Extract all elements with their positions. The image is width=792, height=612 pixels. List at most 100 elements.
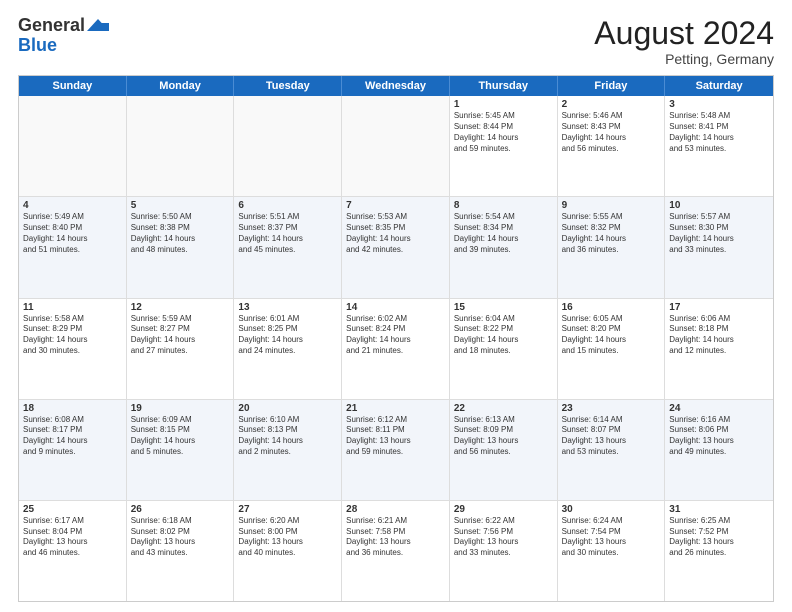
- cell-info-line: Sunrise: 6:17 AM: [23, 516, 122, 527]
- day-number: 14: [346, 302, 445, 313]
- cell-info-line: and 53 minutes.: [562, 447, 661, 458]
- day-number: 22: [454, 403, 553, 414]
- day-number: 16: [562, 302, 661, 313]
- day-number: 13: [238, 302, 337, 313]
- title-block: August 2024 Petting, Germany: [594, 16, 774, 67]
- day-number: 7: [346, 200, 445, 211]
- cell-info-line: and 59 minutes.: [454, 144, 553, 155]
- cell-info-line: Daylight: 14 hours: [562, 335, 661, 346]
- cell-info-line: Sunset: 8:27 PM: [131, 324, 230, 335]
- cell-info-line: and 30 minutes.: [23, 346, 122, 357]
- cell-info-line: and 48 minutes.: [131, 245, 230, 256]
- cell-info-line: and 33 minutes.: [669, 245, 769, 256]
- day-number: 10: [669, 200, 769, 211]
- day-number: 6: [238, 200, 337, 211]
- cell-info-line: and 12 minutes.: [669, 346, 769, 357]
- cell-info-line: Sunset: 8:41 PM: [669, 122, 769, 133]
- day-number: 23: [562, 403, 661, 414]
- cell-info-line: Daylight: 14 hours: [131, 234, 230, 245]
- cell-info-line: Sunrise: 5:50 AM: [131, 212, 230, 223]
- header-day-tuesday: Tuesday: [234, 76, 342, 96]
- day-number: 20: [238, 403, 337, 414]
- cell-info-line: Sunset: 8:17 PM: [23, 425, 122, 436]
- day-number: 28: [346, 504, 445, 515]
- cell-info-line: Sunrise: 6:04 AM: [454, 314, 553, 325]
- cell-info-line: and 9 minutes.: [23, 447, 122, 458]
- cell-info-line: Daylight: 14 hours: [454, 335, 553, 346]
- day-number: 4: [23, 200, 122, 211]
- cell-info-line: and 36 minutes.: [562, 245, 661, 256]
- cell-info-line: Sunset: 8:15 PM: [131, 425, 230, 436]
- cell-info-line: and 27 minutes.: [131, 346, 230, 357]
- calendar-row-4: 25Sunrise: 6:17 AMSunset: 8:04 PM Dayligh…: [19, 501, 773, 601]
- day-number: 3: [669, 99, 769, 110]
- cell-info-line: Sunrise: 6:09 AM: [131, 415, 230, 426]
- location: Petting, Germany: [594, 51, 774, 67]
- cell-info-line: Sunrise: 6:20 AM: [238, 516, 337, 527]
- cell-info-line: Sunset: 8:04 PM: [23, 527, 122, 538]
- day-cell-8: 8Sunrise: 5:54 AMSunset: 8:34 PMDaylight…: [450, 197, 558, 297]
- cell-info-line: Daylight: 14 hours: [562, 133, 661, 144]
- cell-info-line: Sunrise: 6:10 AM: [238, 415, 337, 426]
- cell-info-line: Sunset: 8:20 PM: [562, 324, 661, 335]
- day-cell-23: 23Sunrise: 6:14 AMSunset: 8:07 PMDayligh…: [558, 400, 666, 500]
- logo-icon: [87, 17, 109, 33]
- cell-info-line: Sunrise: 5:53 AM: [346, 212, 445, 223]
- day-cell-27: 27Sunrise: 6:20 AMSunset: 8:00 PMDayligh…: [234, 501, 342, 601]
- cell-info-line: Sunset: 7:52 PM: [669, 527, 769, 538]
- day-cell-3: 3Sunrise: 5:48 AMSunset: 8:41 PMDaylight…: [665, 96, 773, 196]
- month-year: August 2024: [594, 16, 774, 51]
- cell-info-line: Daylight: 14 hours: [669, 133, 769, 144]
- day-cell-12: 12Sunrise: 5:59 AMSunset: 8:27 PMDayligh…: [127, 299, 235, 399]
- cell-info-line: Sunset: 8:32 PM: [562, 223, 661, 234]
- cell-info-line: Daylight: 14 hours: [238, 436, 337, 447]
- cell-info-line: Sunset: 8:13 PM: [238, 425, 337, 436]
- header-day-monday: Monday: [127, 76, 235, 96]
- cell-info-line: Daylight: 13 hours: [346, 537, 445, 548]
- day-cell-26: 26Sunrise: 6:18 AMSunset: 8:02 PMDayligh…: [127, 501, 235, 601]
- cell-info-line: Sunset: 8:09 PM: [454, 425, 553, 436]
- cell-info-line: Sunrise: 5:51 AM: [238, 212, 337, 223]
- cell-info-line: and 59 minutes.: [346, 447, 445, 458]
- day-number: 12: [131, 302, 230, 313]
- cell-info-line: Sunrise: 6:18 AM: [131, 516, 230, 527]
- cell-info-line: Daylight: 13 hours: [562, 436, 661, 447]
- header: General Blue August 2024 Petting, German…: [18, 16, 774, 67]
- cell-info-line: Sunrise: 5:59 AM: [131, 314, 230, 325]
- day-number: 29: [454, 504, 553, 515]
- cell-info-line: Sunrise: 6:06 AM: [669, 314, 769, 325]
- cell-info-line: Daylight: 14 hours: [238, 335, 337, 346]
- cell-info-line: Daylight: 14 hours: [454, 133, 553, 144]
- day-cell-10: 10Sunrise: 5:57 AMSunset: 8:30 PMDayligh…: [665, 197, 773, 297]
- cell-info-line: Daylight: 13 hours: [562, 537, 661, 548]
- cell-info-line: Sunset: 8:06 PM: [669, 425, 769, 436]
- day-number: 27: [238, 504, 337, 515]
- day-cell-7: 7Sunrise: 5:53 AMSunset: 8:35 PMDaylight…: [342, 197, 450, 297]
- cell-info-line: Sunrise: 6:21 AM: [346, 516, 445, 527]
- cell-info-line: Sunset: 8:44 PM: [454, 122, 553, 133]
- day-cell-5: 5Sunrise: 5:50 AMSunset: 8:38 PMDaylight…: [127, 197, 235, 297]
- cell-info-line: Daylight: 13 hours: [454, 537, 553, 548]
- day-cell-19: 19Sunrise: 6:09 AMSunset: 8:15 PMDayligh…: [127, 400, 235, 500]
- cell-info-line: Sunset: 8:29 PM: [23, 324, 122, 335]
- cell-info-line: and 36 minutes.: [346, 548, 445, 559]
- cell-info-line: Daylight: 13 hours: [669, 537, 769, 548]
- header-day-wednesday: Wednesday: [342, 76, 450, 96]
- cell-info-line: Sunrise: 6:25 AM: [669, 516, 769, 527]
- day-cell-6: 6Sunrise: 5:51 AMSunset: 8:37 PMDaylight…: [234, 197, 342, 297]
- cell-info-line: Daylight: 13 hours: [131, 537, 230, 548]
- cell-info-line: Sunset: 8:00 PM: [238, 527, 337, 538]
- header-day-friday: Friday: [558, 76, 666, 96]
- day-cell-9: 9Sunrise: 5:55 AMSunset: 8:32 PMDaylight…: [558, 197, 666, 297]
- cell-info-line: and 56 minutes.: [454, 447, 553, 458]
- cell-info-line: Daylight: 14 hours: [23, 335, 122, 346]
- cell-info-line: Sunset: 8:02 PM: [131, 527, 230, 538]
- day-number: 25: [23, 504, 122, 515]
- cell-info-line: Sunrise: 6:13 AM: [454, 415, 553, 426]
- cell-info-line: Daylight: 14 hours: [23, 436, 122, 447]
- cell-info-line: Sunset: 8:38 PM: [131, 223, 230, 234]
- cell-info-line: Daylight: 14 hours: [562, 234, 661, 245]
- page: General Blue August 2024 Petting, German…: [0, 0, 792, 612]
- cell-info-line: and 18 minutes.: [454, 346, 553, 357]
- cell-info-line: and 56 minutes.: [562, 144, 661, 155]
